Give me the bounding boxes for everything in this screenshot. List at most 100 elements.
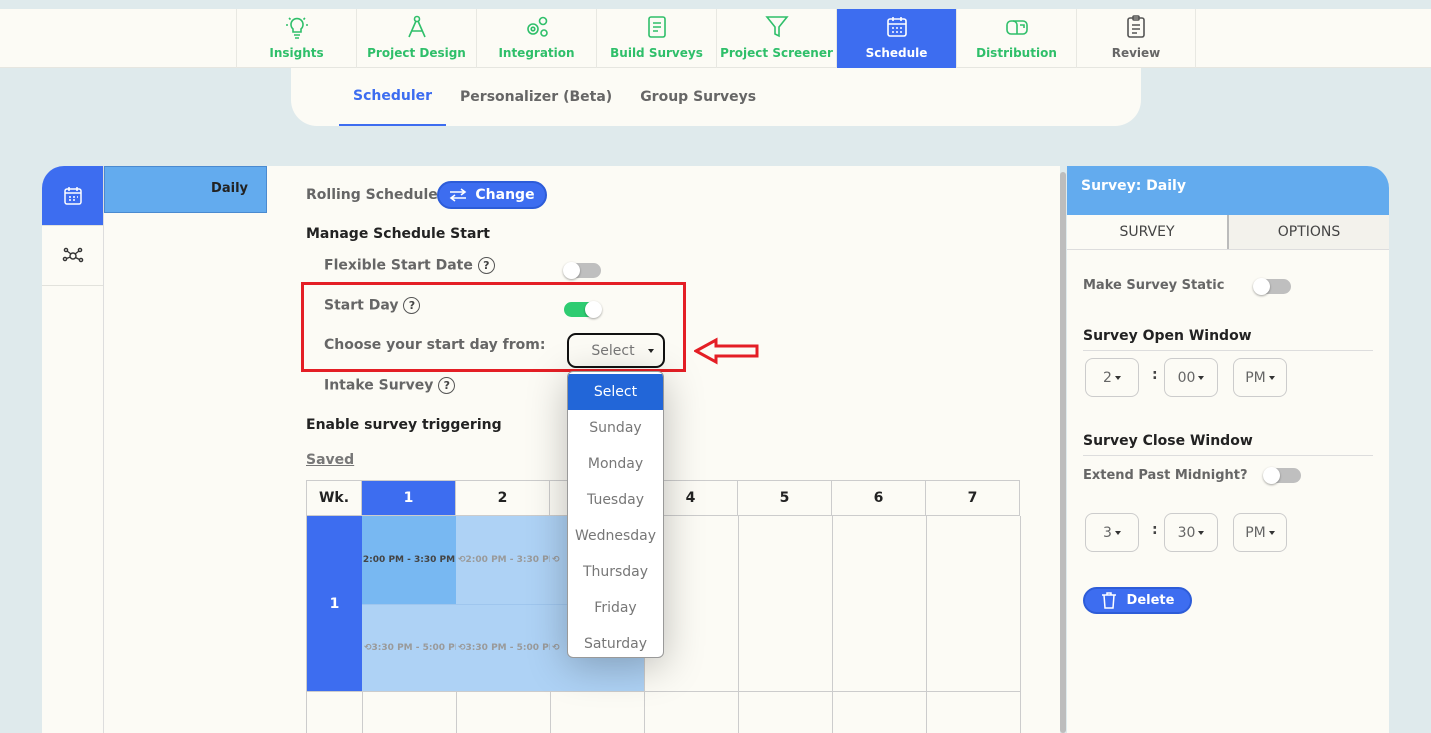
tab-survey[interactable]: SURVEY <box>1067 215 1229 249</box>
grid-header-day[interactable]: 2 <box>456 481 550 516</box>
grid-line <box>307 691 1021 692</box>
change-button[interactable]: Change <box>437 181 547 209</box>
delete-button[interactable]: Delete <box>1083 587 1192 614</box>
highlight-box <box>301 282 686 372</box>
grid-line <box>738 516 739 733</box>
dropdown-option[interactable]: Monday <box>568 446 663 482</box>
help-icon[interactable]: ? <box>438 377 456 394</box>
nav-build-surveys[interactable]: Build Surveys <box>596 9 716 68</box>
tab-scheduler[interactable]: Scheduler <box>339 68 447 126</box>
help-icon[interactable]: ? <box>477 257 495 274</box>
nav-label: Distribution <box>976 46 1057 60</box>
dropdown-option[interactable]: Select <box>568 374 663 410</box>
week-cell: 1 <box>307 516 362 691</box>
nav-project-screener[interactable]: Project Screener <box>716 9 836 68</box>
time-slot-repeat[interactable]: ⟲ 2:00 PM - 3:30 PM <box>456 516 550 604</box>
change-button-label: Change <box>475 187 535 203</box>
repeat-icon: ⟲ <box>552 643 560 653</box>
grid-header-day[interactable]: 1 <box>362 481 456 516</box>
time-slot-label: 3:30 PM - 5:00 PM <box>371 643 456 653</box>
grid-header-day[interactable]: 7 <box>926 481 1020 516</box>
list-item-daily[interactable]: Daily <box>104 166 267 213</box>
main-nav: Insights Project Design Integration Buil… <box>236 9 1196 68</box>
chevron-down-icon <box>1198 530 1205 535</box>
close-minute-select[interactable]: 30 <box>1164 513 1218 552</box>
calendar-icon <box>63 186 82 205</box>
dropdown-option[interactable]: Saturday <box>568 626 663 657</box>
nav-label: Build Surveys <box>610 46 703 60</box>
repeat-icon: ⟲ <box>364 643 372 653</box>
intake-survey-row: Intake Survey? <box>324 377 456 394</box>
nav-distribution[interactable]: Distribution <box>956 9 1076 68</box>
chevron-down-icon <box>1114 375 1121 380</box>
red-arrow-left-icon <box>694 337 759 365</box>
dropdown-option[interactable]: Thursday <box>568 554 663 590</box>
time-slot[interactable]: 2:00 PM - 3:30 PM <box>362 516 456 604</box>
open-hour-select[interactable]: 2 <box>1085 358 1139 397</box>
nav-insights[interactable]: Insights <box>236 9 356 68</box>
open-ampm-select[interactable]: PM <box>1233 358 1287 397</box>
time-colon: : <box>1152 522 1158 538</box>
repeat-icon: ⟲ <box>458 555 466 565</box>
time-slot-label: 2:00 PM - 3:30 PM <box>465 555 550 565</box>
close-minute-value: 30 <box>1177 524 1196 541</box>
time-colon: : <box>1152 367 1158 383</box>
dropdown-option[interactable]: Tuesday <box>568 482 663 518</box>
survey-settings-panel: Survey: Daily SURVEY OPTIONS Make Survey… <box>1067 166 1389 733</box>
repeat-icon: ⟲ <box>458 643 466 653</box>
nav-review[interactable]: Review <box>1076 9 1196 68</box>
chevron-down-icon <box>1268 530 1275 535</box>
nav-project-design[interactable]: Project Design <box>356 9 476 68</box>
left-rail <box>42 166 104 733</box>
rolling-schedule-label: Rolling Schedule <box>306 187 438 203</box>
time-slot-repeat[interactable]: ⟲ 3:30 PM - 5:00 PM <box>362 604 456 691</box>
tab-personalizer[interactable]: Personalizer (Beta) <box>446 68 626 126</box>
survey-panel-title: Survey: Daily <box>1067 166 1389 215</box>
tab-group-surveys[interactable]: Group Surveys <box>626 68 770 126</box>
time-slot-label: 3:30 PM - 5:00 PM <box>465 643 550 653</box>
make-survey-static-toggle[interactable] <box>1253 278 1291 295</box>
time-slot-repeat[interactable]: ⟲ 3:30 PM - 5:00 PM <box>456 604 550 691</box>
sub-navigation: Scheduler Personalizer (Beta) Group Surv… <box>291 68 1141 126</box>
grid-line <box>832 516 833 733</box>
close-hour-value: 3 <box>1103 524 1112 541</box>
delete-button-label: Delete <box>1126 593 1175 608</box>
enable-survey-triggering-label: Enable survey triggering <box>306 417 502 433</box>
tab-options[interactable]: OPTIONS <box>1229 215 1389 249</box>
nav-label: Insights <box>269 46 324 60</box>
survey-close-window-title: Survey Close Window <box>1083 433 1253 449</box>
mailbox-icon <box>1005 20 1028 35</box>
grid-line <box>1020 516 1021 733</box>
start-day-dropdown: Select Sunday Monday Tuesday Wednesday T… <box>567 371 664 658</box>
dropdown-option[interactable]: Friday <box>568 590 663 626</box>
rail-network-button[interactable] <box>42 226 103 286</box>
grid-header-day[interactable]: 5 <box>738 481 832 516</box>
network-icon <box>62 247 83 262</box>
dropdown-option[interactable]: Wednesday <box>568 518 663 554</box>
document-icon <box>647 16 666 38</box>
nav-label: Schedule <box>865 46 928 60</box>
dropdown-option[interactable]: Sunday <box>568 410 663 446</box>
rail-calendar-button[interactable] <box>42 166 103 226</box>
chevron-down-icon <box>1198 375 1205 380</box>
survey-open-window-title: Survey Open Window <box>1083 328 1252 344</box>
nav-label: Review <box>1111 46 1161 60</box>
nav-integration[interactable]: Integration <box>476 9 596 68</box>
divider <box>1083 455 1373 456</box>
close-ampm-value: PM <box>1245 524 1266 541</box>
flexible-start-date-toggle[interactable] <box>563 262 601 279</box>
grid-header-day[interactable]: 6 <box>832 481 926 516</box>
extend-past-midnight-toggle[interactable] <box>1263 467 1301 484</box>
nav-schedule[interactable]: Schedule <box>836 9 956 68</box>
chevron-down-icon <box>1268 375 1275 380</box>
manage-schedule-start-title: Manage Schedule Start <box>306 226 491 242</box>
extend-past-midnight-label: Extend Past Midnight? <box>1083 468 1248 483</box>
swap-arrows-icon <box>450 188 467 202</box>
main-scrollbar[interactable] <box>1060 172 1066 733</box>
close-ampm-select[interactable]: PM <box>1233 513 1287 552</box>
saved-status: Saved <box>306 452 355 468</box>
close-hour-select[interactable]: 3 <box>1085 513 1139 552</box>
funnel-icon <box>764 16 789 38</box>
nav-label: Project Design <box>367 46 466 60</box>
open-minute-select[interactable]: 00 <box>1164 358 1218 397</box>
